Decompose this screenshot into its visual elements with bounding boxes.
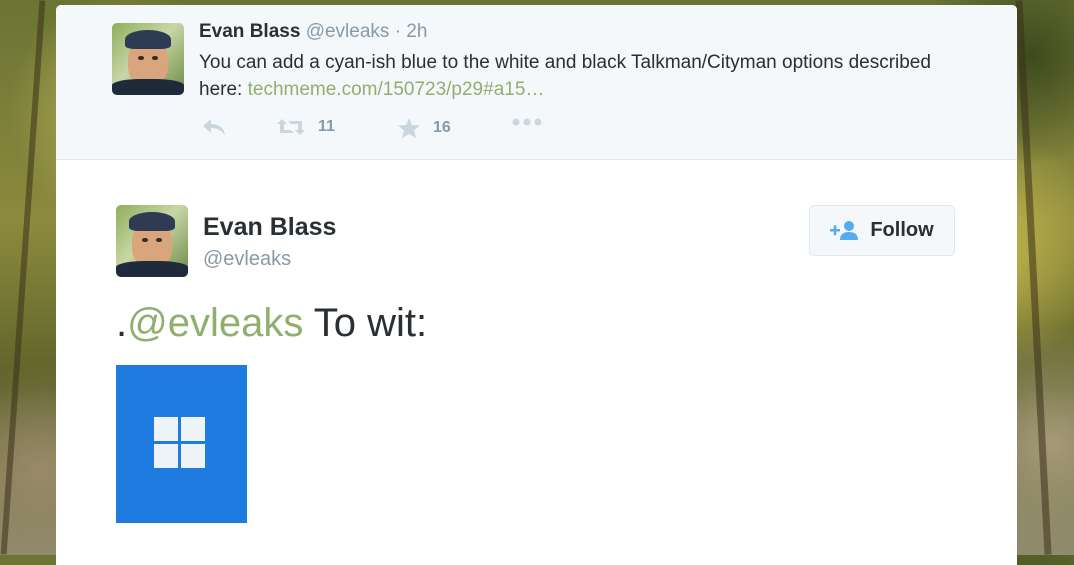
windows-logo-icon xyxy=(154,417,206,469)
reply-button[interactable] xyxy=(201,117,227,137)
favorite-button[interactable]: 16 xyxy=(397,117,451,139)
follow-button[interactable]: Follow xyxy=(809,205,955,256)
timestamp[interactable]: · 2h xyxy=(395,21,428,42)
previous-tweet-header: Evan Blass @evleaks · 2h xyxy=(199,21,427,43)
more-button[interactable] xyxy=(512,117,542,127)
favorite-count: 16 xyxy=(433,119,451,136)
tweet-media-image[interactable] xyxy=(116,365,247,523)
author-name[interactable]: Evan Blass xyxy=(199,21,300,42)
previous-tweet-text: You can add a cyan-ish blue to the white… xyxy=(199,49,959,103)
retweet-count: 11 xyxy=(318,118,335,135)
follow-label: Follow xyxy=(870,219,934,241)
tweet-link[interactable]: techmeme.com/150723/p29#a15… xyxy=(248,79,545,100)
more-dots-icon xyxy=(512,118,542,126)
previous-tweet[interactable]: Evan Blass @evleaks · 2h You can add a c… xyxy=(56,5,1017,160)
author-name[interactable]: Evan Blass xyxy=(203,213,336,242)
tweet-text: .@evleaks To wit: xyxy=(116,301,427,346)
reply-icon xyxy=(203,119,225,135)
tweet-text-suffix: To wit: xyxy=(303,301,428,345)
star-icon xyxy=(398,118,420,138)
author-handle[interactable]: @evleaks xyxy=(306,21,390,42)
tree-trunk xyxy=(1015,0,1052,555)
mention-link[interactable]: @evleaks xyxy=(127,301,303,345)
tweet-card: Evan Blass @evleaks · 2h You can add a c… xyxy=(56,5,1017,565)
author-handle[interactable]: @evleaks xyxy=(203,248,291,271)
retweet-icon xyxy=(277,119,305,135)
add-user-icon xyxy=(830,220,859,240)
tree-trunk xyxy=(0,0,46,555)
retweet-button[interactable]: 11 xyxy=(276,117,335,137)
avatar[interactable] xyxy=(112,23,184,95)
avatar[interactable] xyxy=(116,205,188,277)
tweet-text-prefix: . xyxy=(116,301,128,345)
